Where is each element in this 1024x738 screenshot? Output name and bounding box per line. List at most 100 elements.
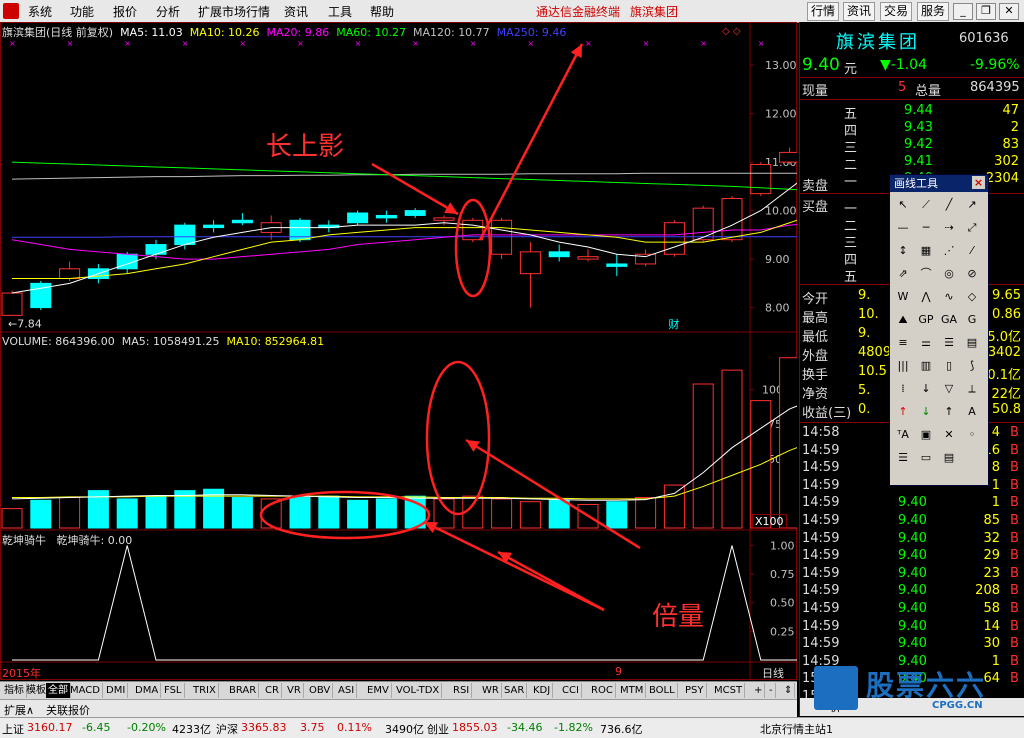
tick-row[interactable]: 14:599.401B: [800, 495, 1024, 512]
sell-level[interactable]: 五9.4447: [800, 103, 1024, 120]
draw-tool-icon[interactable]: ◦: [962, 425, 982, 445]
indicator-tab[interactable]: CCI: [560, 683, 582, 698]
indicator-tab[interactable]: DMI: [104, 683, 128, 698]
draw-tool-icon[interactable]: ⌒: [916, 264, 936, 284]
indicator-tab[interactable]: BOLL: [647, 683, 678, 698]
draw-tool-icon[interactable]: —: [893, 218, 913, 238]
draw-tool-icon[interactable]: ◎: [939, 264, 959, 284]
server-label[interactable]: 北京行情主站1: [760, 721, 833, 737]
draw-tool-icon[interactable]: ▯: [939, 356, 959, 376]
indicator-tab[interactable]: CR: [263, 683, 282, 698]
draw-tool-icon[interactable]: W: [893, 287, 913, 307]
draw-tool-icon[interactable]: ↑: [939, 402, 959, 422]
tick-row[interactable]: 14:599.4058B: [800, 601, 1024, 618]
draw-tool-icon[interactable]: |||: [893, 356, 913, 376]
tick-row[interactable]: 14:599.4032B: [800, 531, 1024, 548]
draw-tool-icon[interactable]: ╱: [939, 195, 959, 215]
indicator-tab[interactable]: MCST: [712, 683, 745, 698]
draw-tool-icon[interactable]: A: [962, 402, 982, 422]
draw-tool-icon[interactable]: ▽: [939, 379, 959, 399]
expand-button[interactable]: 扩展∧: [4, 702, 34, 718]
indicator-tab[interactable]: ROC: [589, 683, 616, 698]
cy-label[interactable]: 创业: [427, 721, 449, 737]
menu-system[interactable]: 系统: [28, 3, 52, 20]
tick-row[interactable]: 14:599.40208B: [800, 583, 1024, 600]
menu-help[interactable]: 帮助: [370, 3, 394, 20]
draw-tool-icon[interactable]: ↗: [962, 195, 982, 215]
draw-tools-close-icon[interactable]: ×: [972, 176, 985, 189]
indicator-tab[interactable]: ASI: [336, 683, 357, 698]
draw-tool-icon[interactable]: ☰: [939, 333, 959, 353]
menu-tools[interactable]: 工具: [328, 3, 352, 20]
draw-tool-icon[interactable]: ↑: [893, 402, 913, 422]
indicator-tab[interactable]: OBV: [307, 683, 333, 698]
indicator-tab[interactable]: TRIX: [191, 683, 219, 698]
draw-tool-icon[interactable]: ▥: [916, 356, 936, 376]
menu-ext-market[interactable]: 扩展市场行情: [198, 3, 270, 20]
draw-tool-icon[interactable]: GA: [939, 310, 959, 330]
indicator-tab[interactable]: DMA: [133, 683, 161, 698]
indicator-tab[interactable]: KDJ: [531, 683, 553, 698]
indicator-tab[interactable]: EMV: [365, 683, 392, 698]
tick-row[interactable]: 14:599.4029B: [800, 548, 1024, 565]
draw-tool-icon[interactable]: ▭: [916, 448, 936, 468]
draw-tool-icon[interactable]: ▣: [916, 425, 936, 445]
chart-canvas[interactable]: 8.009.0010.0011.0012.0013.00↖13.48←7.84财…: [0, 22, 797, 680]
draw-tool-icon[interactable]: ⋰: [939, 241, 959, 261]
chart-area[interactable]: 8.009.0010.0011.0012.0013.00↖13.48←7.84财…: [0, 22, 797, 680]
indicator-tab[interactable]: VOL-TDX: [394, 683, 442, 698]
draw-tool-icon[interactable]: ⁄: [962, 241, 982, 261]
draw-tool-icon[interactable]: ⤢: [962, 218, 982, 238]
draw-tool-icon[interactable]: GP: [916, 310, 936, 330]
draw-tool-icon[interactable]: ⋀: [916, 287, 936, 307]
indicator-tab[interactable]: WR: [480, 683, 502, 698]
quote-tab-button[interactable]: 行情: [807, 2, 839, 21]
draw-tool-icon[interactable]: ↕: [893, 241, 913, 261]
draw-tool-icon[interactable]: ⁞: [893, 379, 913, 399]
draw-tool-icon[interactable]: ◇: [962, 287, 982, 307]
menu-news[interactable]: 资讯: [284, 3, 308, 20]
draw-tool-icon[interactable]: ▤: [962, 333, 982, 353]
trade-tab-button[interactable]: 交易: [880, 2, 912, 21]
tab-control-button[interactable]: -: [767, 683, 776, 698]
period-label[interactable]: 日线: [762, 665, 784, 681]
tick-row[interactable]: 14:599.4023B: [800, 566, 1024, 583]
indicator-tab[interactable]: VR: [285, 683, 304, 698]
draw-tool-icon[interactable]: ⚌: [916, 333, 936, 353]
draw-tool-icon[interactable]: ⟋: [916, 195, 936, 215]
tick-row[interactable]: 14:599.4014B: [800, 619, 1024, 636]
draw-tool-icon[interactable]: ≡: [893, 333, 913, 353]
draw-tool-icon[interactable]: ∿: [939, 287, 959, 307]
tab-control-button[interactable]: +: [752, 683, 765, 698]
draw-tool-icon[interactable]: ⇢: [939, 218, 959, 238]
sell-level[interactable]: 四9.432: [800, 120, 1024, 137]
indicator-tab[interactable]: SAR: [502, 683, 527, 698]
service-tab-button[interactable]: 服务: [917, 2, 949, 21]
menu-analysis[interactable]: 分析: [156, 3, 180, 20]
draw-tool-icon[interactable]: ↖: [893, 195, 913, 215]
draw-tools-panel[interactable]: 画线工具 × ↖⟋╱↗—─⇢⤢↕▦⋰⁄⇗⌒◎⊘W⋀∿◇⛰GPGAG≡⚌☰▤|||…: [889, 174, 989, 486]
menu-function[interactable]: 功能: [70, 3, 94, 20]
tick-row[interactable]: 14:599.4085B: [800, 513, 1024, 530]
indicator-tab[interactable]: RSI: [451, 683, 472, 698]
minimize-icon[interactable]: _: [953, 3, 973, 20]
news-tab-button[interactable]: 资讯: [843, 2, 875, 21]
draw-tool-icon[interactable]: G: [962, 310, 982, 330]
draw-tools-titlebar[interactable]: 画线工具 ×: [890, 175, 988, 192]
indicator-tab[interactable]: MACD: [68, 683, 103, 698]
indicator-tab[interactable]: MTM: [618, 683, 646, 698]
indicator-tab[interactable]: FSL: [162, 683, 185, 698]
draw-tool-icon[interactable]: ☰: [893, 448, 913, 468]
sell-level[interactable]: 二9.41302: [800, 154, 1024, 171]
draw-tool-icon[interactable]: ✕: [939, 425, 959, 445]
close-icon[interactable]: ✕: [999, 3, 1019, 20]
sell-level[interactable]: 三9.4283: [800, 137, 1024, 154]
indicator-tab[interactable]: PSY: [683, 683, 707, 698]
hs-label[interactable]: 沪深: [216, 721, 238, 737]
draw-tool-icon[interactable]: ⛰: [893, 310, 913, 330]
draw-tool-icon[interactable]: ⟆: [962, 356, 982, 376]
sh-label[interactable]: 上证: [2, 721, 24, 737]
draw-tool-icon[interactable]: ᵀA: [893, 425, 913, 445]
linked-quote-button[interactable]: 关联报价: [46, 702, 90, 718]
menu-quote[interactable]: 报价: [113, 3, 137, 20]
